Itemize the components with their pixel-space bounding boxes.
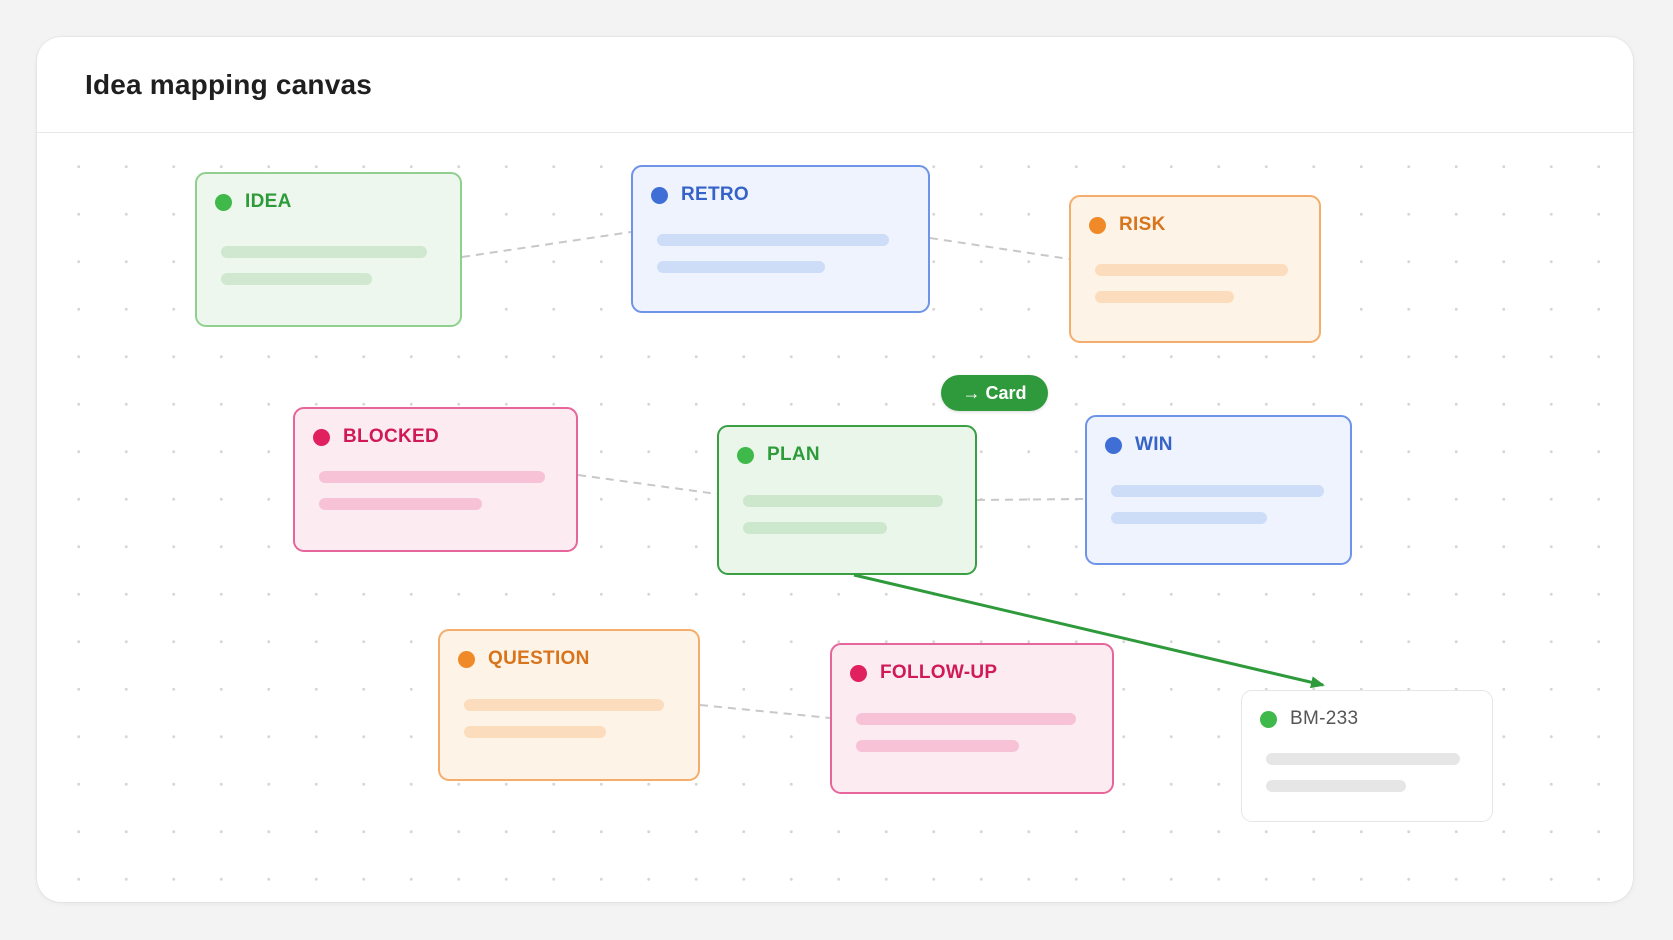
card-blocked[interactable]: BLOCKED xyxy=(293,407,578,552)
placeholder-line xyxy=(743,495,943,507)
placeholder-line xyxy=(221,246,427,258)
card-drop-target[interactable]: BM-233 xyxy=(1241,690,1493,822)
card-risk[interactable]: RISK xyxy=(1069,195,1321,343)
card-label: BLOCKED xyxy=(343,426,440,447)
placeholder-line xyxy=(464,726,606,738)
placeholder-line xyxy=(1111,512,1267,524)
card-label: QUESTION xyxy=(488,648,590,669)
page-title: Idea mapping canvas xyxy=(85,69,373,100)
status-dot-icon xyxy=(1260,711,1277,728)
status-dot-icon xyxy=(313,429,330,446)
card-label: IDEA xyxy=(245,191,292,212)
status-dot-icon xyxy=(1089,217,1106,234)
status-dot-icon xyxy=(458,651,475,668)
card-label: FOLLOW-UP xyxy=(880,662,998,683)
placeholder-line xyxy=(1095,264,1288,276)
card-label: RETRO xyxy=(681,184,749,205)
placeholder-line xyxy=(221,273,372,285)
placeholder-line xyxy=(319,471,545,483)
status-dot-icon xyxy=(1105,437,1122,454)
status-dot-icon xyxy=(850,665,867,682)
placeholder-line xyxy=(657,261,825,273)
card-label: PLAN xyxy=(767,444,820,465)
card-win[interactable]: WIN xyxy=(1085,415,1352,565)
card-retro[interactable]: RETRO xyxy=(631,165,930,313)
card-follow-up[interactable]: FOLLOW-UP xyxy=(830,643,1114,794)
placeholder-line xyxy=(1095,291,1234,303)
placeholder-line xyxy=(743,522,887,534)
placeholder-line xyxy=(319,498,482,510)
placeholder-line xyxy=(856,713,1076,725)
status-dot-icon xyxy=(737,447,754,464)
card-label: BM-233 xyxy=(1290,708,1359,729)
drag-chip[interactable]: → Card xyxy=(941,375,1048,411)
card-label: RISK xyxy=(1119,214,1166,235)
status-dot-icon xyxy=(215,194,232,211)
placeholder-line xyxy=(1266,753,1460,765)
placeholder-line xyxy=(1266,780,1406,792)
card-idea[interactable]: IDEA xyxy=(195,172,462,327)
placeholder-line xyxy=(1111,485,1324,497)
placeholder-line xyxy=(657,234,889,246)
panel-header: Idea mapping canvas xyxy=(37,37,1633,133)
card-question[interactable]: QUESTION xyxy=(438,629,700,781)
card-plan[interactable]: PLAN xyxy=(717,425,977,575)
placeholder-line xyxy=(856,740,1019,752)
placeholder-line xyxy=(464,699,664,711)
card-label: WIN xyxy=(1135,434,1173,455)
status-dot-icon xyxy=(651,187,668,204)
